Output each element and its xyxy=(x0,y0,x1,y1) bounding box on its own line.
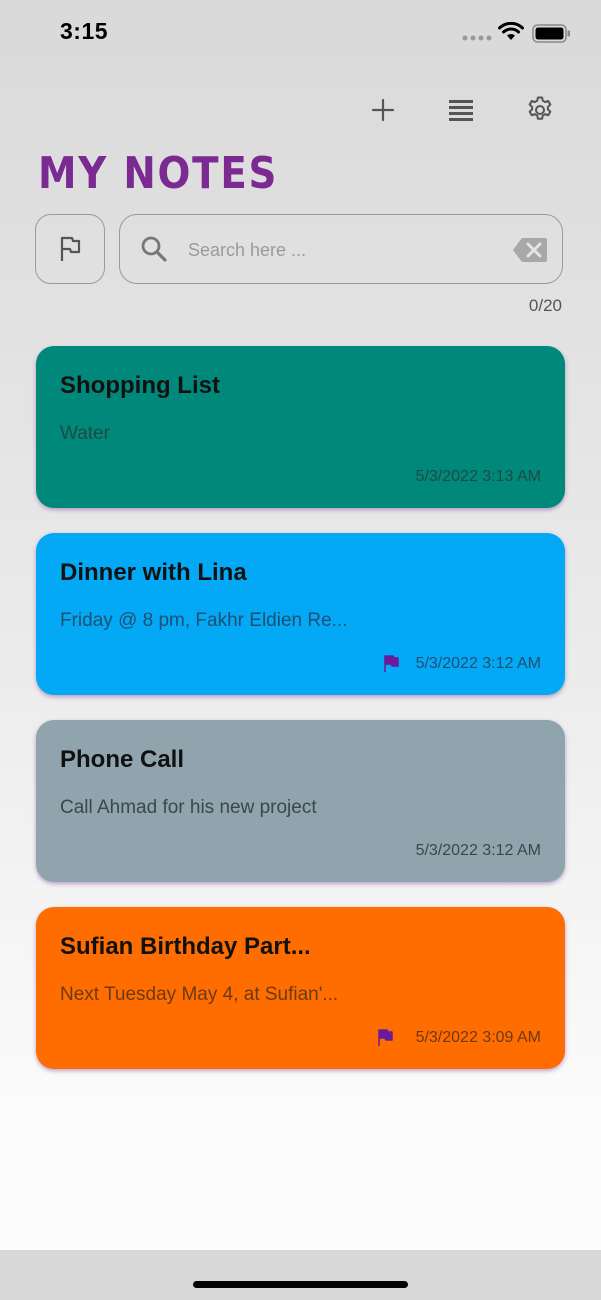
list-view-button[interactable] xyxy=(441,90,481,130)
status-time: 3:15 xyxy=(60,18,109,44)
note-date: 5/3/2022 3:09 AM xyxy=(415,1029,541,1046)
flag-filter-button[interactable] xyxy=(35,214,105,284)
note-title: Dinner with Lina xyxy=(60,559,247,586)
note-card[interactable]: Dinner with Lina Friday @ 8 pm, Fakhr El… xyxy=(36,533,565,695)
page-title: MY NOTES xyxy=(38,148,279,199)
backspace-icon xyxy=(513,238,547,262)
gear-icon xyxy=(528,96,552,120)
flag-outline-icon xyxy=(60,236,81,261)
battery-icon xyxy=(532,24,570,43)
flag-icon xyxy=(384,655,399,672)
search-input[interactable] xyxy=(186,233,490,267)
settings-button[interactable] xyxy=(520,90,560,130)
home-indicator[interactable] xyxy=(193,1281,408,1288)
note-body: Water xyxy=(60,423,110,444)
note-title: Sufian Birthday Part... xyxy=(60,933,311,960)
note-card[interactable]: Phone Call Call Ahmad for his new projec… xyxy=(36,720,565,882)
search-box[interactable] xyxy=(119,214,563,284)
note-card[interactable]: Shopping List Water 5/3/2022 3:13 AM xyxy=(36,346,565,508)
flag-icon xyxy=(378,1029,393,1046)
list-icon xyxy=(449,100,473,121)
status-bar: 3:15 xyxy=(0,0,601,64)
note-date: 5/3/2022 3:13 AM xyxy=(415,468,541,485)
note-title: Phone Call xyxy=(60,746,185,773)
search-counter: 0/20 xyxy=(528,296,562,315)
add-note-button[interactable] xyxy=(363,90,403,130)
note-body: Friday @ 8 pm, Fakhr Eldien Re... xyxy=(60,610,348,631)
note-date: 5/3/2022 3:12 AM xyxy=(415,655,541,672)
home-indicator-area xyxy=(0,1250,601,1300)
search-icon xyxy=(140,235,168,268)
plus-icon xyxy=(371,98,395,122)
cellular-signal-icon xyxy=(462,35,492,41)
note-card[interactable]: Sufian Birthday Part... Next Tuesday May… xyxy=(36,907,565,1069)
note-body: Next Tuesday May 4, at Sufian'... xyxy=(60,984,339,1005)
wifi-icon xyxy=(498,22,524,40)
note-date: 5/3/2022 3:12 AM xyxy=(415,842,541,859)
note-body: Call Ahmad for his new project xyxy=(60,797,317,818)
clear-search-button[interactable] xyxy=(512,237,548,268)
note-title: Shopping List xyxy=(60,372,220,399)
